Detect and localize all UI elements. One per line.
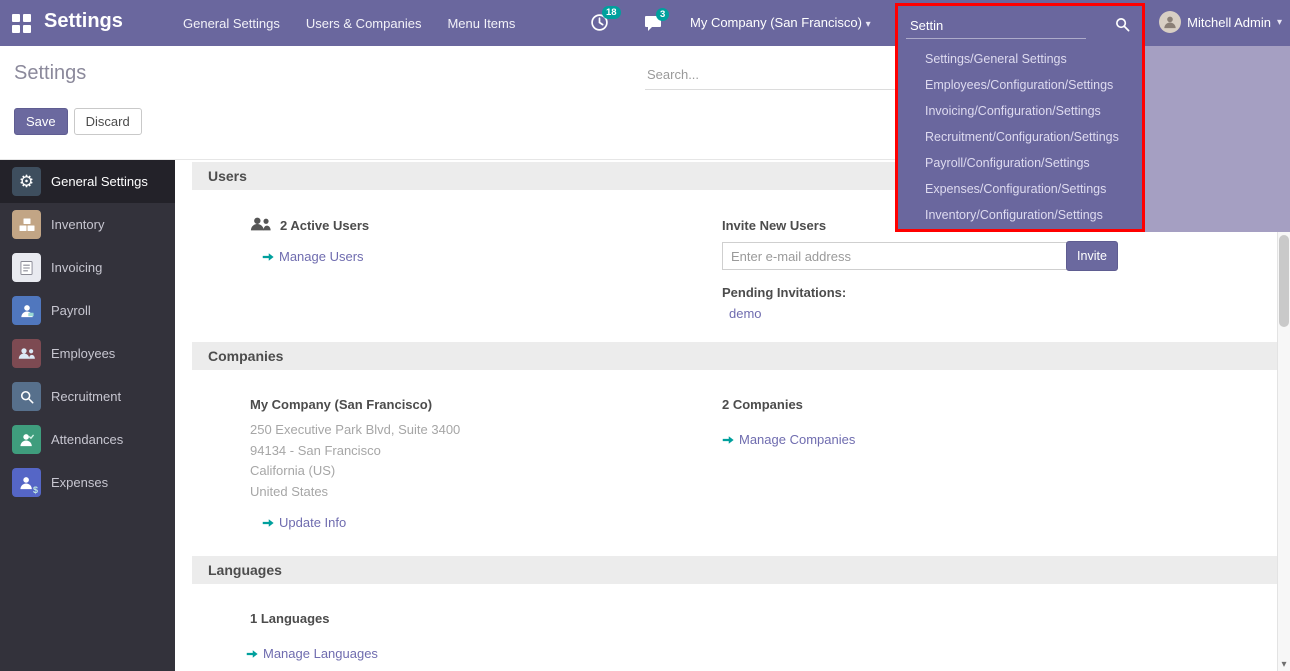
update-info-label: Update Info [279,515,346,530]
companies-count: 2 Companies [722,397,803,412]
search-input[interactable] [645,60,899,90]
arrow-right-icon [246,648,258,660]
languages-count: 1 Languages [250,611,329,626]
expense-person-icon: $ [12,468,41,497]
document-icon [12,253,41,282]
invite-new-users-title: Invite New Users [722,218,826,233]
invite-button[interactable]: Invite [1066,241,1118,271]
payroll-person-icon [12,296,41,325]
navbar-menu: General Settings Users & Companies Menu … [183,0,515,46]
scrollbar-down-arrow[interactable]: ▾ [1278,659,1290,670]
messages-badge: 3 [656,8,669,21]
arrow-right-icon [722,434,734,446]
sidebar-item-expenses[interactable]: $ Expenses [0,461,175,504]
control-panel-buttons: Save Discard [14,108,142,135]
sidebar-item-label: Expenses [51,475,108,490]
sidebar-item-payroll[interactable]: Payroll [0,289,175,332]
pending-user-link[interactable]: demo [729,306,762,321]
company-address-line: 94134 - San Francisco [250,443,381,458]
company-switcher-label: My Company (San Francisco) [690,15,862,30]
sidebar-item-label: Invoicing [51,260,102,275]
active-users-count: 2 Active Users [280,218,369,233]
manage-users-link[interactable]: Manage Users [262,249,364,264]
user-name: Mitchell Admin [1187,15,1271,30]
odoo-settings-screen: Settings General Settings Users & Compan… [0,0,1290,671]
messages-bubble-icon[interactable]: 3 [644,15,662,36]
avatar [1159,11,1181,33]
users-icon [250,216,272,237]
sidebar-item-label: Employees [51,346,115,361]
manage-users-label: Manage Users [279,249,364,264]
search-result-item[interactable]: Settings/General Settings [898,46,1142,72]
company-address-line: United States [250,484,328,499]
search-result-item[interactable]: Invoicing/Configuration/Settings [898,98,1142,124]
section-header-languages: Languages [192,556,1277,584]
chevron-down-icon: ▾ [866,19,871,30]
manage-companies-label: Manage Companies [739,432,855,447]
search-result-item[interactable]: Payroll/Configuration/Settings [898,150,1142,176]
sidebar-item-invoicing[interactable]: Invoicing [0,246,175,289]
section-header-companies: Companies [192,342,1277,370]
sidebar-item-inventory[interactable]: Inventory [0,203,175,246]
gear-icon: ⚙ [12,167,41,196]
search-result-item[interactable]: Expenses/Configuration/Settings [898,176,1142,202]
discard-button[interactable]: Discard [74,108,142,135]
search-result-item[interactable]: Inventory/Configuration/Settings [898,202,1142,228]
menu-users-companies[interactable]: Users & Companies [306,16,422,31]
vertical-scrollbar[interactable]: ▾ [1277,232,1290,671]
menu-menu-items[interactable]: Menu Items [447,16,515,31]
sidebar-item-label: Inventory [51,217,104,232]
save-button[interactable]: Save [14,108,68,135]
manage-languages-label: Manage Languages [263,646,378,661]
user-menu-panel [1145,46,1290,232]
sidebar-item-label: Attendances [51,432,123,447]
magnifier-icon [12,382,41,411]
breadcrumb: Settings [14,62,86,85]
chevron-down-icon: ▾ [1277,17,1282,28]
attendance-person-icon [12,425,41,454]
arrow-right-icon [262,251,274,263]
invite-email-input[interactable] [722,242,1068,270]
menu-general-settings[interactable]: General Settings [183,16,280,31]
user-menu[interactable]: Mitchell Admin ▾ [1159,11,1282,33]
sidebar-item-label: Recruitment [51,389,121,404]
app-title: Settings [44,10,123,33]
search-result-item[interactable]: Employees/Configuration/Settings [898,72,1142,98]
manage-companies-link[interactable]: Manage Companies [722,432,855,447]
scrollbar-thumb[interactable] [1279,235,1289,327]
sidebar-item-general-settings[interactable]: ⚙ General Settings [0,160,175,203]
sidebar-item-attendances[interactable]: Attendances [0,418,175,461]
search-result-item[interactable]: Recruitment/Configuration/Settings [898,124,1142,150]
menu-search-input[interactable] [908,13,1087,37]
sidebar-item-label: Payroll [51,303,91,318]
dollar-icon: $ [33,485,38,495]
search-input-underline [906,38,1086,39]
sidebar-item-employees[interactable]: Employees [0,332,175,375]
company-address-line: 250 Executive Park Blvd, Suite 3400 [250,422,460,437]
menu-search-dropdown: Settings/General Settings Employees/Conf… [895,3,1145,232]
activities-badge: 18 [602,6,621,19]
activities-clock-icon[interactable]: 18 [590,13,609,37]
search-results-list: Settings/General Settings Employees/Conf… [898,46,1142,228]
company-switcher[interactable]: My Company (San Francisco) ▾ [690,15,871,30]
search-icon[interactable] [1115,17,1130,37]
update-info-link[interactable]: Update Info [262,515,346,530]
arrow-right-icon [262,517,274,529]
settings-sidebar: ⚙ General Settings Inventory Invoicing P… [0,160,175,671]
company-address-line: California (US) [250,463,335,478]
pending-invitations-label: Pending Invitations: [722,285,846,300]
people-icon [12,339,41,368]
sidebar-item-label: General Settings [51,174,148,189]
company-name: My Company (San Francisco) [250,397,432,412]
sidebar-item-recruitment[interactable]: Recruitment [0,375,175,418]
manage-languages-link[interactable]: Manage Languages [246,646,378,661]
apps-grid-icon[interactable] [12,14,30,32]
boxes-icon [12,210,41,239]
